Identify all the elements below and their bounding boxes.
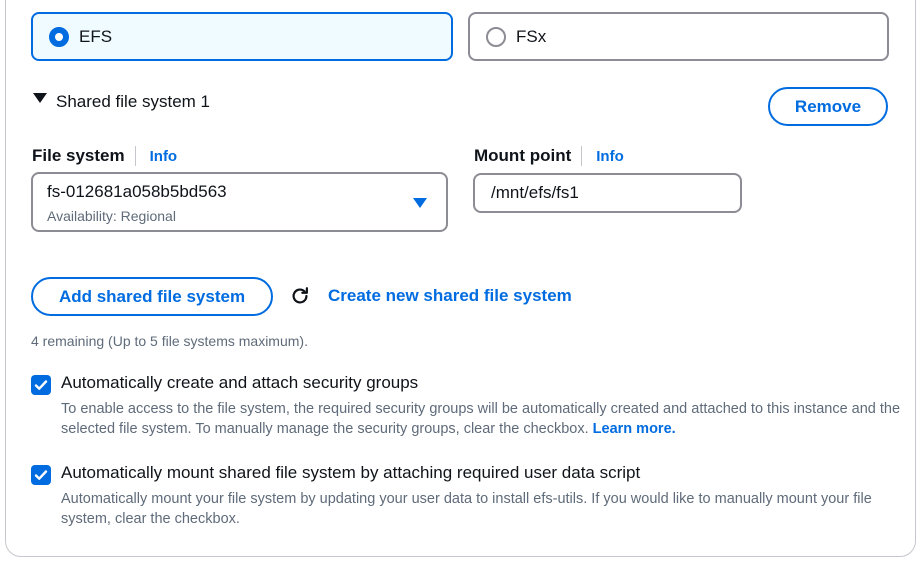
file-system-info-link[interactable]: Info	[150, 148, 178, 165]
checkmark-icon	[34, 470, 48, 480]
fsx-radio-button[interactable]	[486, 26, 506, 47]
mount-point-input[interactable]	[473, 173, 742, 213]
learn-more-link[interactable]: Learn more.	[593, 421, 676, 437]
fsx-label: FSx	[516, 26, 547, 46]
efs-radio-button[interactable]	[49, 26, 69, 47]
file-system-availability: Availability: Regional	[47, 208, 176, 224]
remove-button[interactable]: Remove	[768, 87, 888, 126]
security-groups-desc-text: To enable access to the file system, the…	[61, 401, 901, 437]
efs-radio-tile[interactable]: EFS	[31, 12, 453, 61]
label-divider	[134, 146, 136, 166]
file-system-value: fs-012681a058b5bd563	[47, 182, 227, 201]
file-system-select[interactable]: fs-012681a058b5bd563 Availability: Regio…	[31, 172, 448, 232]
auto-mount-title: Automatically mount shared file system b…	[61, 463, 641, 482]
checkmark-icon	[34, 380, 48, 390]
file-system-label: File system	[32, 146, 125, 165]
mount-point-info-link[interactable]: Info	[596, 148, 624, 165]
auto-mount-description: Automatically mount your file system by …	[61, 491, 872, 527]
shared-file-system-header: Shared file system 1	[56, 92, 211, 111]
caret-down-icon	[33, 93, 47, 103]
security-groups-description: To enable access to the file system, the…	[61, 399, 901, 439]
efs-label: EFS	[79, 26, 113, 46]
refresh-icon[interactable]	[289, 285, 311, 307]
create-new-shared-file-system-link[interactable]: Create new shared file system	[328, 286, 572, 306]
auto-mount-checkbox[interactable]	[31, 465, 51, 485]
mount-point-label-row: Mount point Info	[474, 146, 624, 166]
dropdown-caret-icon	[413, 198, 427, 208]
security-groups-title: Automatically create and attach security…	[61, 373, 419, 392]
label-divider	[581, 146, 583, 166]
remaining-count-text: 4 remaining (Up to 5 file systems maximu…	[31, 333, 308, 349]
shared-file-system-expander[interactable]: Shared file system 1	[33, 92, 210, 112]
fsx-radio-tile[interactable]: FSx	[468, 12, 889, 61]
security-groups-checkbox[interactable]	[31, 375, 51, 395]
mount-point-label: Mount point	[474, 146, 572, 165]
add-shared-file-system-button[interactable]: Add shared file system	[31, 277, 273, 316]
file-system-label-row: File system Info	[32, 146, 177, 166]
